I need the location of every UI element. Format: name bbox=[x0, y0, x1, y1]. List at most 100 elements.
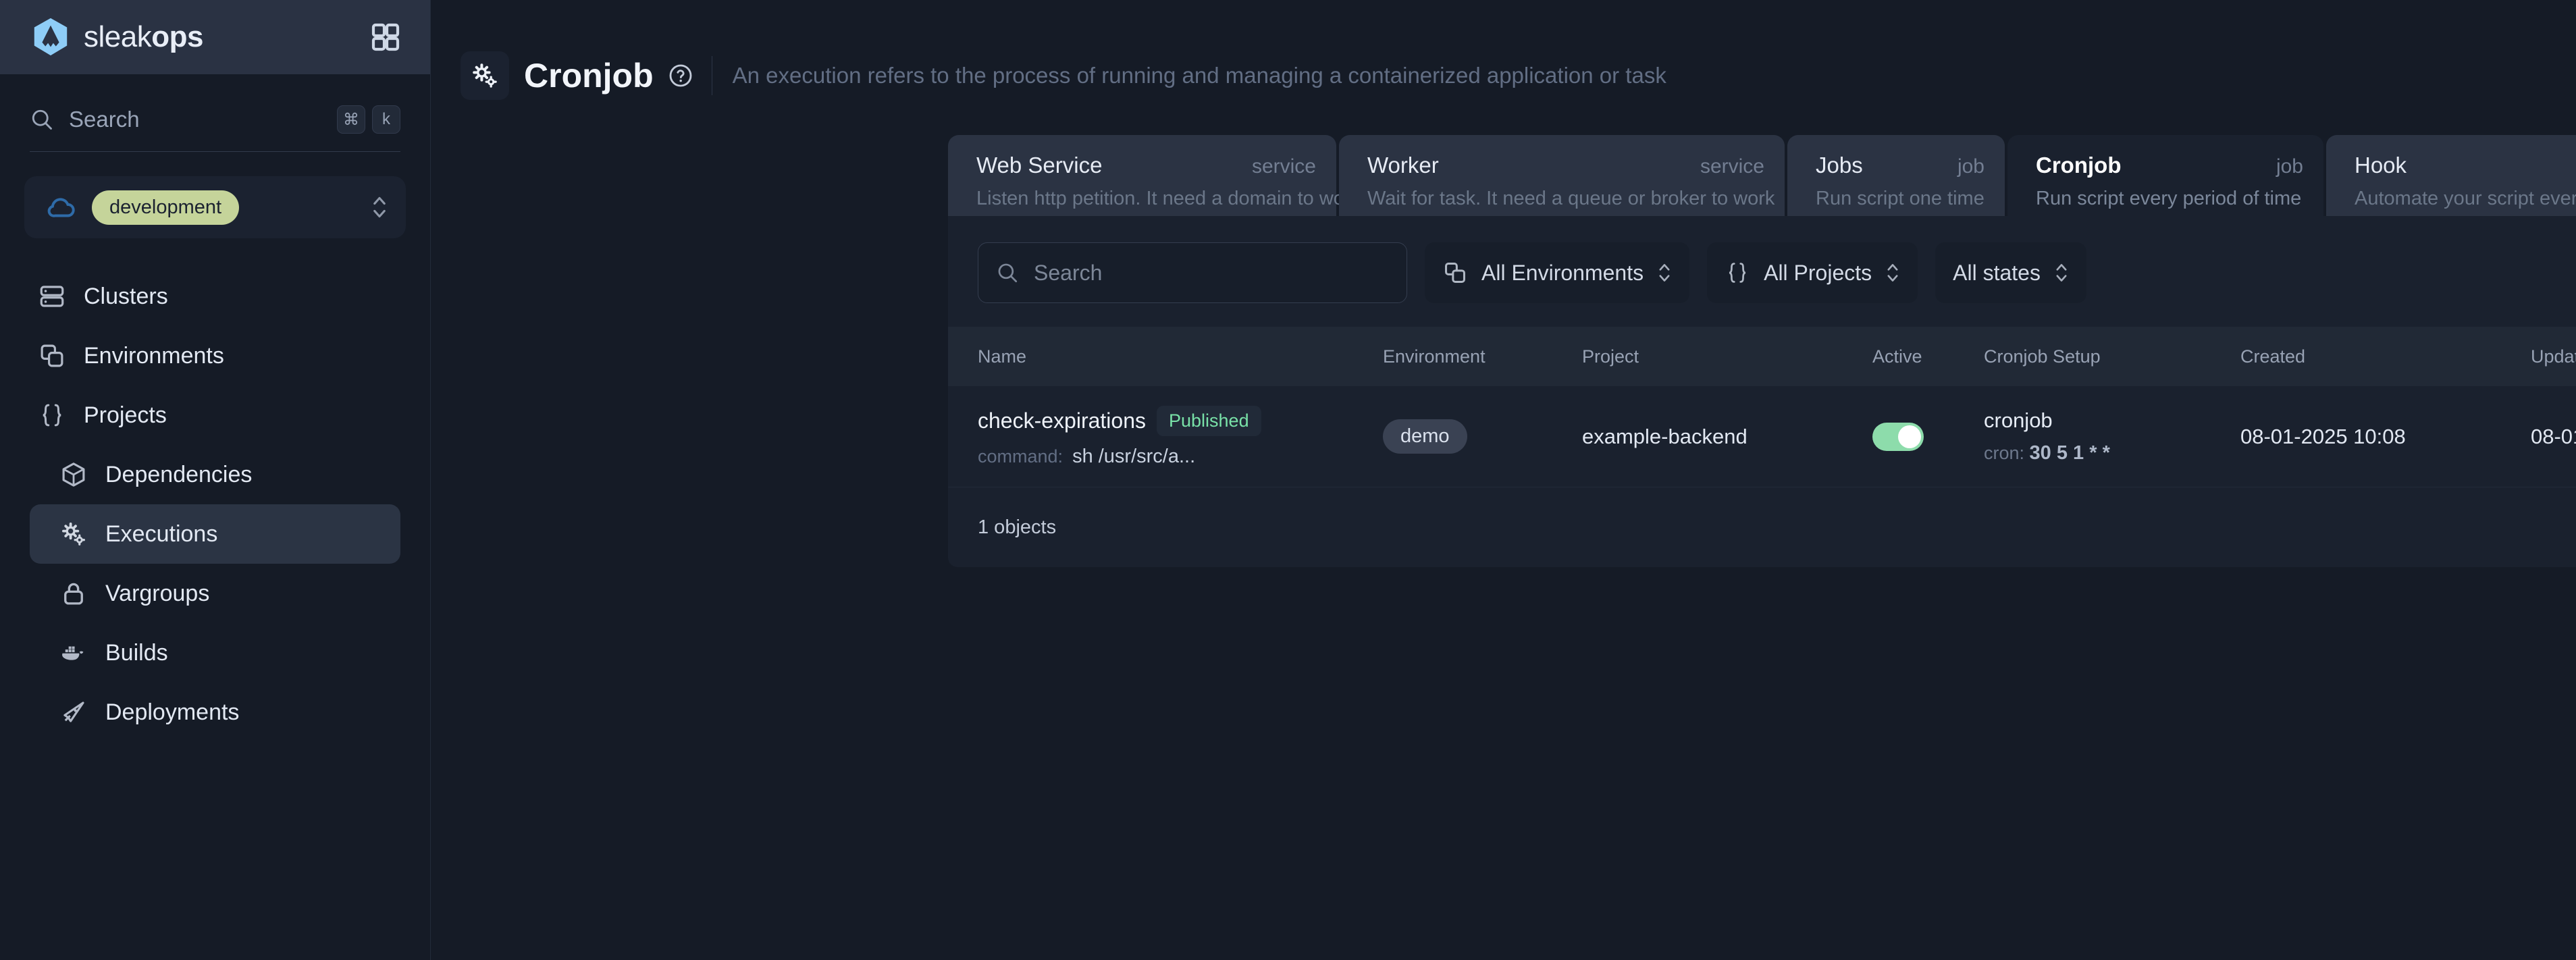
sidebar-item-deployments[interactable]: Deployments bbox=[30, 683, 400, 742]
tab-top-row: Web Service service bbox=[976, 153, 1316, 178]
tab-hook[interactable]: Hook job Automate your script every depl… bbox=[2326, 135, 2576, 216]
sidebar-search-placeholder: Search bbox=[69, 107, 140, 132]
projects-filter-label: All Projects bbox=[1764, 260, 1872, 285]
execution-type-tabs: Web Service service Listen http petition… bbox=[948, 135, 2576, 216]
sidebar-item-vargroups[interactable]: Vargroups bbox=[30, 564, 400, 623]
gears-icon bbox=[62, 523, 85, 545]
projects-filter[interactable]: All Projects bbox=[1707, 242, 1918, 303]
tab-jobs[interactable]: Jobs job Run script one time bbox=[1787, 135, 2005, 216]
content-panel: Search All Environments All Projects All… bbox=[948, 216, 2576, 567]
tab-description: Automate your script every deploy bbox=[2355, 188, 2576, 209]
tab-label: Jobs bbox=[1816, 153, 1863, 178]
tab-kind: job bbox=[2276, 155, 2303, 178]
updated-timestamp: 08-01-2025 10:08 bbox=[2531, 424, 2576, 448]
environment-value: development bbox=[92, 190, 240, 225]
sidebar-item-builds[interactable]: Builds bbox=[30, 623, 400, 683]
environments-filter[interactable]: All Environments bbox=[1425, 242, 1690, 303]
lock-icon bbox=[64, 583, 83, 605]
sidebar-item-label: Builds bbox=[105, 639, 168, 666]
search-icon bbox=[998, 263, 1018, 283]
states-filter[interactable]: All states bbox=[1935, 242, 2086, 303]
sidebar-item-projects[interactable]: Projects bbox=[30, 385, 400, 445]
status-badge: Published bbox=[1157, 405, 1261, 436]
tab-description: Wait for task. It need a queue or broker… bbox=[1367, 188, 1775, 209]
setup-type: cronjob bbox=[1984, 408, 2053, 432]
tab-top-row: Cronjob job bbox=[2036, 153, 2303, 178]
app-root: sleakops Search ⌘ k development Clusters… bbox=[0, 0, 2576, 960]
sidebar-item-clusters[interactable]: Clusters bbox=[30, 267, 400, 326]
page-subtitle: An execution refers to the process of ru… bbox=[732, 63, 1666, 88]
cell-cronjob-setup: cronjob cron: 30 5 1 * * bbox=[1984, 408, 2240, 464]
table-row[interactable]: check-expirations Published command: sh … bbox=[948, 386, 2576, 487]
column-header-name: Name bbox=[978, 346, 1027, 367]
braces-icon bbox=[43, 404, 61, 427]
sidebar-item-label: Clusters bbox=[84, 283, 168, 309]
column-header-environment: Environment bbox=[1383, 346, 1486, 367]
search-icon bbox=[32, 109, 52, 130]
brand-name-light: sleak bbox=[84, 20, 152, 53]
main-content: Cronjob An execution refers to the proce… bbox=[431, 0, 2576, 960]
tab-label: Worker bbox=[1367, 153, 1439, 178]
sidebar-nav: Clusters Environments Projects Dependenc… bbox=[0, 267, 430, 742]
tab-top-row: Jobs job bbox=[1816, 153, 1984, 178]
command-value: sh /usr/src/a... bbox=[1072, 445, 1196, 467]
tab-top-row: Worker service bbox=[1367, 153, 1764, 178]
brand-bar: sleakops bbox=[0, 0, 430, 74]
sidebar-item-executions[interactable]: Executions bbox=[30, 504, 400, 564]
keyboard-shortcut: ⌘ k bbox=[337, 105, 400, 134]
brand-name: sleakops bbox=[84, 20, 203, 54]
name-primary-line: check-expirations Published bbox=[978, 405, 1383, 436]
setup-cron-line: cron: 30 5 1 * * bbox=[1984, 442, 2240, 464]
object-count: 1 objects bbox=[978, 516, 1057, 538]
chevron-updown-icon bbox=[373, 196, 386, 218]
tab-worker[interactable]: Worker service Wait for task. It need a … bbox=[1339, 135, 1785, 216]
chevron-updown-icon bbox=[2056, 264, 2067, 282]
sidebar-item-label: Vargroups bbox=[105, 580, 210, 606]
environment-selector[interactable]: development bbox=[24, 176, 406, 238]
server-icon bbox=[40, 286, 64, 307]
tab-top-row: Hook job bbox=[2355, 153, 2576, 178]
tab-label: Hook bbox=[2355, 153, 2407, 178]
tab-kind: service bbox=[1251, 155, 1316, 178]
tab-label: Web Service bbox=[976, 153, 1103, 178]
search-placeholder: Search bbox=[1034, 260, 1103, 285]
filter-toolbar: Search All Environments All Projects All… bbox=[948, 216, 2576, 327]
sidebar: sleakops Search ⌘ k development Clusters… bbox=[0, 0, 431, 960]
name-secondary-line: command: sh /usr/src/a... bbox=[978, 446, 1383, 468]
execution-name: check-expirations bbox=[978, 408, 1146, 433]
chevron-updown-icon bbox=[1887, 264, 1898, 282]
cell-created: 08-01-2025 10:08 bbox=[2240, 425, 2531, 449]
tab-description: Listen http petition. It need a domain t… bbox=[976, 188, 1361, 209]
sidebar-item-label: Projects bbox=[84, 402, 167, 428]
cron-expression: 30 5 1 * * bbox=[2029, 442, 2110, 464]
sidebar-item-dependencies[interactable]: Dependencies bbox=[30, 445, 400, 504]
sidebar-item-environments[interactable]: Environments bbox=[30, 326, 400, 385]
braces-icon bbox=[1729, 263, 1746, 283]
page-title: Cronjob bbox=[524, 57, 654, 95]
active-toggle[interactable] bbox=[1872, 422, 1924, 451]
copy-icon bbox=[1445, 263, 1465, 283]
cell-project: example-backend bbox=[1582, 425, 1872, 449]
cell-updated: 08-01-2025 10:08 bbox=[2531, 425, 2576, 449]
tab-label: Cronjob bbox=[2036, 153, 2122, 178]
brand-name-bold: ops bbox=[151, 20, 203, 53]
column-header-created: Created bbox=[2240, 346, 2306, 367]
rocket-icon bbox=[63, 701, 84, 722]
kbd-k: k bbox=[372, 105, 400, 134]
environments-filter-label: All Environments bbox=[1481, 260, 1644, 285]
grid-apps-icon[interactable] bbox=[369, 21, 402, 53]
cron-label: cron: bbox=[1984, 443, 2025, 463]
tab-cronjob[interactable]: Cronjob job Run script every period of t… bbox=[2007, 135, 2323, 216]
sidebar-search[interactable]: Search ⌘ k bbox=[30, 105, 400, 152]
states-filter-label: All states bbox=[1953, 260, 2041, 285]
search-input[interactable]: Search bbox=[978, 242, 1407, 303]
docker-whale-icon bbox=[62, 646, 84, 660]
environment-badge: demo bbox=[1383, 419, 1467, 454]
tab-web-service[interactable]: Web Service service Listen http petition… bbox=[948, 135, 1361, 216]
question-circle-icon[interactable] bbox=[667, 62, 694, 89]
cell-environment: demo bbox=[1383, 419, 1582, 454]
column-header-active: Active bbox=[1872, 346, 1922, 367]
chevron-updown-icon bbox=[1659, 264, 1670, 282]
cell-active bbox=[1872, 422, 1984, 451]
brand-logo-group[interactable]: sleakops bbox=[30, 16, 203, 58]
